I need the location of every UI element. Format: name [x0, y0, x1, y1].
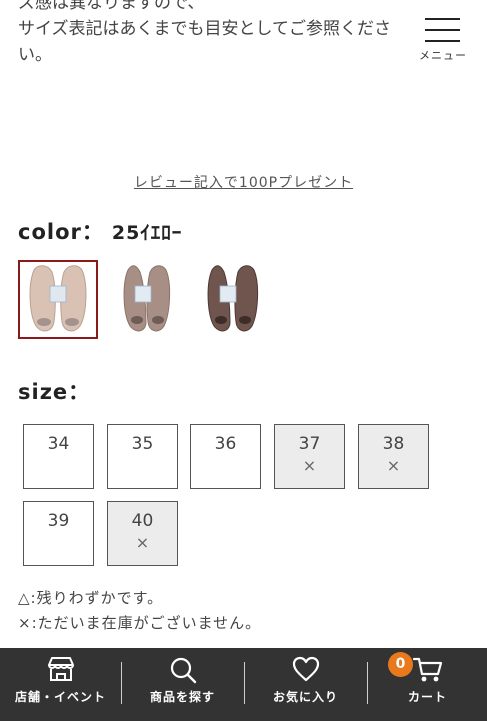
nav-label: お気に入り [272, 690, 338, 704]
size-option-34[interactable]: 34 [23, 424, 94, 489]
size-option-39[interactable]: 39 [23, 501, 94, 566]
review-promo: レビュー記入で100Pプレゼント [0, 172, 487, 192]
brown-ballet-flats-image [198, 260, 278, 339]
cart-count-badge: 0 [388, 652, 413, 677]
nav-stores-events[interactable]: 店舗・イベント [0, 648, 121, 721]
heart-icon [292, 656, 320, 686]
beige-ballet-flats-image [20, 262, 96, 337]
nav-search-products[interactable]: 商品を探す [122, 648, 243, 721]
size-label: 35 [131, 434, 154, 454]
cart-icon [412, 656, 443, 688]
size-note-line: ズ感は異なりますので、 [18, 0, 205, 13]
size-heading: size： [18, 380, 91, 404]
search-icon [169, 656, 197, 688]
stock-legend: △:残りわずかです。 ×:ただいま在庫がございません。 [18, 586, 261, 636]
color-label: color： [18, 220, 104, 244]
size-note-line: サイズ表記はあくまでも目安としてご参照くださ [18, 19, 391, 39]
nav-cart[interactable]: カート [368, 648, 487, 721]
size-option-37[interactable]: 37 × [274, 424, 345, 489]
size-label: 37 [298, 434, 321, 454]
color-swatch-3[interactable] [198, 260, 278, 339]
color-heading: color： 25ｲｴﾛｰ [18, 216, 182, 246]
out-of-stock-mark: × [302, 456, 317, 475]
size-note: ズ感は異なりますので、 サイズ表記はあくまでも目安としてご参照くださ い。 [18, 0, 438, 68]
bottom-nav: 店舗・イベント 商品を探す お気に入り カート [0, 648, 487, 721]
review-promo-link[interactable]: レビュー記入で100Pプレゼント [134, 175, 353, 191]
color-swatch-2[interactable] [102, 260, 182, 339]
out-of-stock-mark: × [386, 456, 401, 475]
nav-favorites[interactable]: お気に入り [245, 648, 366, 721]
size-option-35[interactable]: 35 [107, 424, 178, 489]
size-label: 36 [214, 434, 237, 454]
color-selected-value: 25ｲｴﾛｰ [111, 222, 183, 244]
size-option-36[interactable]: 36 [190, 424, 261, 489]
nav-label: 商品を探す [149, 690, 215, 704]
size-option-38[interactable]: 38 × [358, 424, 429, 489]
size-label: 38 [382, 434, 405, 454]
color-swatch-1[interactable] [18, 260, 98, 339]
store-icon [46, 656, 76, 686]
size-option-40[interactable]: 40 × [107, 501, 178, 566]
menu-button[interactable]: メニュー [414, 14, 472, 62]
legend-few-left: △:残りわずかです。 [18, 589, 164, 607]
size-label: 39 [47, 511, 70, 531]
nav-label: カート [407, 690, 447, 704]
size-label: 34 [47, 434, 70, 454]
out-of-stock-mark: × [135, 533, 150, 552]
size-note-line: い。 [18, 45, 52, 65]
menu-label: メニュー [419, 49, 467, 62]
size-label: 40 [131, 511, 154, 531]
legend-out-of-stock: ×:ただいま在庫がございません。 [18, 614, 262, 632]
taupe-ballet-flats-image [102, 260, 182, 339]
nav-label: 店舗・イベント [14, 690, 106, 704]
